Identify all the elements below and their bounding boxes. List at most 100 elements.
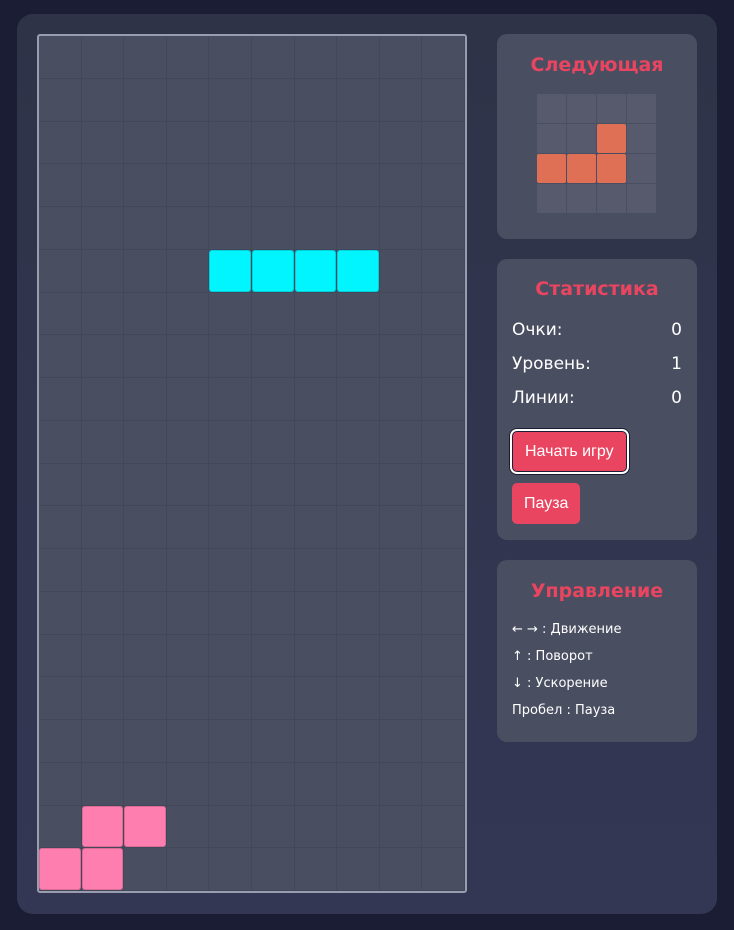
board-cell [166,506,210,549]
board-cell [166,762,210,806]
board-cell [209,677,252,720]
board-cell [166,378,210,421]
lines-label: Линии: [512,388,575,408]
board-cell [422,335,465,378]
board-cell [252,463,295,507]
active-piece-block [337,249,379,292]
board-cell [166,549,210,592]
board-cell [294,677,338,720]
board-cell [379,164,423,207]
board-cell [209,506,252,549]
board-cell [379,36,423,79]
board-cell [379,463,423,507]
start-game-button[interactable]: Начать игру [512,431,627,472]
board-cell [209,164,252,207]
board-cell [252,207,295,250]
board-cell [166,420,210,464]
board-cell [337,78,380,122]
score-value: 0 [671,320,682,340]
next-piece-block [567,154,596,183]
board-cell [379,591,423,635]
board-cell [124,677,167,720]
board-cell [379,549,423,592]
board-cell [166,591,210,635]
board-cell [81,207,125,250]
lines-value: 0 [671,388,682,408]
pause-button[interactable]: Пауза [512,483,581,524]
board-cell [379,677,423,720]
board-cell [337,805,380,849]
board-cell [124,549,167,592]
locked-block [124,805,166,848]
board-cell [294,378,338,421]
board-cell [166,164,210,207]
next-grid-cell [597,184,627,214]
board-cell [422,805,465,849]
board-cell [39,292,82,336]
board-cell [294,420,338,464]
next-grid-cell [567,184,597,214]
board-cell [81,591,125,635]
board-cell [379,335,423,378]
board-cell [379,292,423,336]
control-item-rotate: ↑ : Поворот [512,649,593,664]
next-grid-cell [627,184,657,214]
board-cell [294,720,338,763]
board-cell [379,78,423,122]
board-cell [209,420,252,464]
board-cell [294,207,338,250]
next-piece-block [597,124,626,153]
board-cell [422,378,465,421]
control-item-move: ← → : Движение [512,622,622,637]
board-cell [422,164,465,207]
board-cell [379,420,423,464]
board-cell [39,378,82,421]
board-cell [422,36,465,79]
board-cell [294,549,338,592]
board-cell [294,591,338,635]
board-cell [252,378,295,421]
board-cell [379,378,423,421]
board-cell [252,549,295,592]
board-cell [252,335,295,378]
board-cell [81,762,125,806]
board-cell [337,36,380,79]
board-cell [379,720,423,763]
board-cell [294,121,338,165]
board-cell [124,848,167,891]
board-cell [337,506,380,549]
board-cell [39,207,82,250]
board-cell [124,249,167,293]
score-row: Очки: 0 [512,320,682,344]
controls-title: Управление [530,580,664,602]
board-cell [337,720,380,763]
next-grid-cell [567,124,597,154]
board-cell [209,591,252,635]
board-cell [294,634,338,678]
board-cell [81,634,125,678]
next-grid-cell [537,184,567,214]
board-cell [81,164,125,207]
game-container: Следующая Статистика Очки: 0 Уровень: 1 … [17,14,717,914]
board-cell [337,378,380,421]
board-cell [39,720,82,763]
board-cell [252,78,295,122]
board-cell [422,549,465,592]
board-cell [81,249,125,293]
board-cell [252,805,295,849]
board-cell [337,292,380,336]
board-cell [166,848,210,891]
board-cell [166,121,210,165]
board-cell [81,463,125,507]
board-cell [124,762,167,806]
board-cell [124,121,167,165]
board-cell [39,591,82,635]
locked-block [81,805,124,848]
board-cell [81,378,125,421]
board-cell [39,249,82,293]
board-cell [422,506,465,549]
board-cell [337,848,380,891]
board-cell [422,848,465,891]
board-cell [294,335,338,378]
board-cell [39,78,82,122]
